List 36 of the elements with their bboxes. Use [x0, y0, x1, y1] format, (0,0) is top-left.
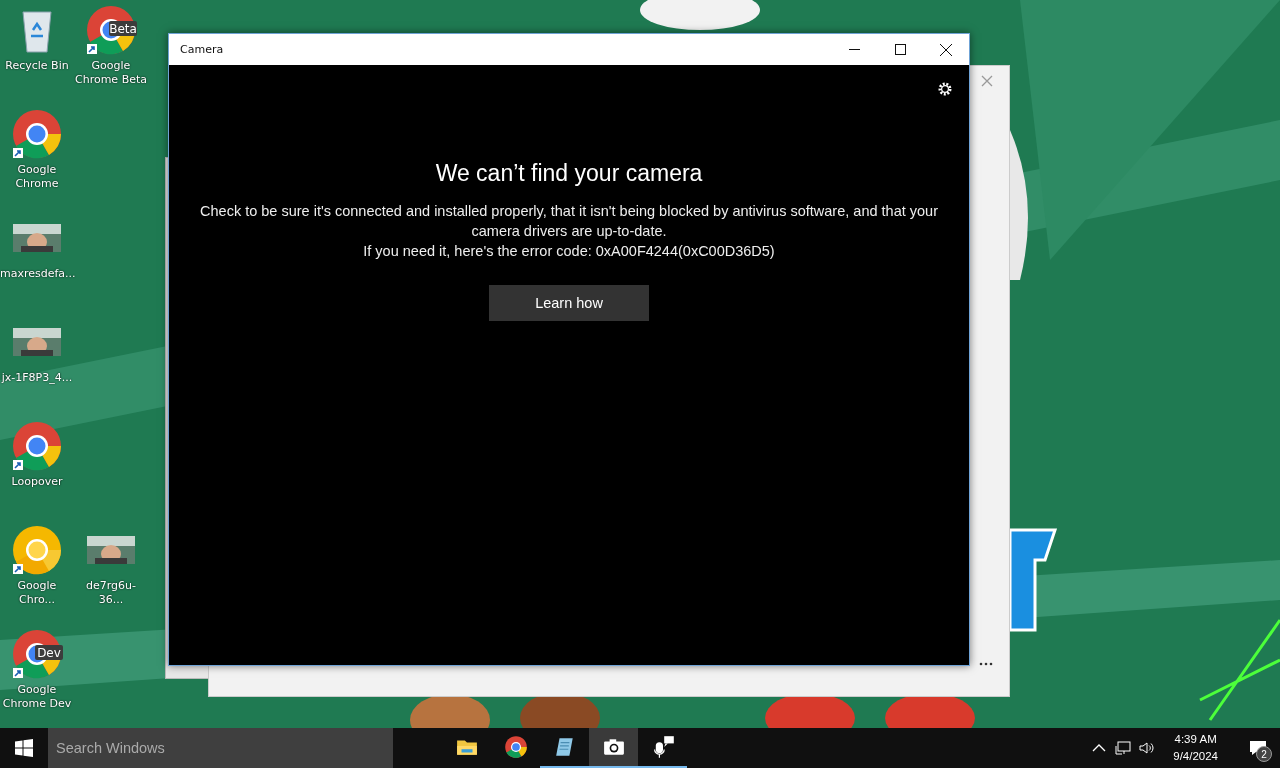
- chrome-icon[interactable]: Dev: [11, 628, 63, 680]
- search-field[interactable]: Search Windows: [48, 728, 393, 768]
- desktop-icon-label[interactable]: Google Chrome Beta: [74, 59, 148, 87]
- camera-icon: [602, 736, 625, 758]
- windows-logo-icon: [15, 739, 33, 757]
- error-message: Check to be sure it's connected and installed properly, that it isn't being blocked by antivirus software, and that your camera drivers are up-to-date.: [199, 202, 939, 241]
- desktop-icon-label[interactable]: Google Chrome: [0, 163, 74, 191]
- window-title: Camera: [179, 43, 225, 56]
- desktop-icon-label[interactable]: Google Chro...: [0, 579, 74, 607]
- learn-how-button[interactable]: Learn how: [489, 285, 649, 321]
- clock-time[interactable]: 4:39 AM: [1174, 731, 1217, 748]
- desktop-icon-label[interactable]: Recycle Bin: [0, 59, 74, 73]
- error-heading: We can’t find your camera: [435, 160, 703, 187]
- desktop-icon-label[interactable]: Google Chrome Dev: [0, 683, 74, 711]
- desktop-icon-label[interactable]: Loopover: [0, 475, 74, 489]
- chrome-icon[interactable]: [11, 108, 63, 160]
- chrome-icon: [503, 735, 528, 759]
- more-icon[interactable]: [979, 662, 993, 666]
- clock-date[interactable]: 9/4/2024: [1173, 748, 1218, 765]
- volume-icon[interactable]: [1139, 740, 1156, 756]
- notification-count: 2: [1256, 746, 1272, 762]
- desktop-icon-label[interactable]: maxresdefa...: [0, 267, 74, 281]
- chrome-icon[interactable]: Beta: [85, 4, 137, 56]
- close-icon: [940, 43, 952, 56]
- notifications-button[interactable]: 2: [1236, 728, 1280, 768]
- notepad-icon: [553, 736, 576, 758]
- chrome-icon[interactable]: [11, 524, 63, 576]
- taskbar-app-button[interactable]: [589, 728, 638, 768]
- error-code-line: If you need it, here's the error code: 0xA00F4244(0xC00D36D5): [362, 242, 776, 261]
- desktop-icon-label[interactable]: de7rg6u-36...: [74, 579, 148, 607]
- close-icon[interactable]: [981, 75, 993, 87]
- network-icon[interactable]: [1115, 740, 1132, 756]
- settings-icon[interactable]: [937, 81, 953, 97]
- desktop-icon-label[interactable]: jx-1F8P3_4...: [0, 371, 74, 385]
- maximize-icon: [894, 44, 906, 55]
- chrome-icon[interactable]: [11, 420, 63, 472]
